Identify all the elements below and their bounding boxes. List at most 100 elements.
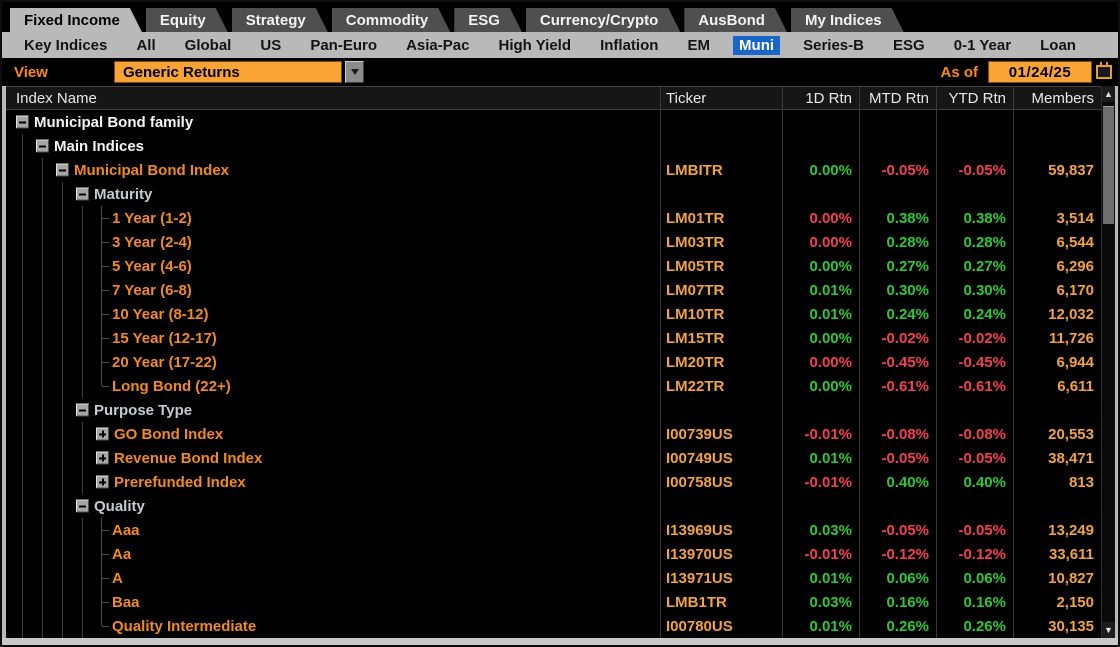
mtd-rtn-cell[interactable]: 0.27% <box>859 254 936 278</box>
ytd-rtn-cell[interactable] <box>936 110 1013 134</box>
nav-item-key-indices[interactable]: Key Indices <box>18 36 113 55</box>
ticker-cell[interactable]: LM07TR <box>660 278 782 302</box>
1d-rtn-cell[interactable]: 0.03% <box>782 590 859 614</box>
1d-rtn-cell[interactable]: 0.01% <box>782 446 859 470</box>
index-name-cell[interactable]: 5 Year (4-6) <box>6 254 660 278</box>
table-row[interactable]: 5 Year (4-6) LM05TR 0.00% 0.27% 0.27% 6,296 <box>6 254 1101 278</box>
members-cell[interactable] <box>1013 110 1101 134</box>
index-name-cell[interactable]: A <box>6 566 660 590</box>
members-cell[interactable] <box>1013 494 1101 518</box>
index-name-cell[interactable]: 3 Year (2-4) <box>6 230 660 254</box>
tab-my-indices[interactable]: My Indices <box>791 8 904 32</box>
column-header-mtd-rtn[interactable]: MTD Rtn <box>859 87 936 109</box>
table-row[interactable]: Long Bond (22+) LM22TR 0.00% -0.61% -0.61% 6,… <box>6 374 1101 398</box>
ytd-rtn-cell[interactable]: -0.05% <box>936 158 1013 182</box>
members-cell[interactable]: 6,944 <box>1013 350 1101 374</box>
tree-expander-minus-icon[interactable] <box>16 115 29 129</box>
tab-ausbond[interactable]: AusBond <box>684 8 787 32</box>
members-cell[interactable]: 3,514 <box>1013 206 1101 230</box>
1d-rtn-cell[interactable]: 0.00% <box>782 374 859 398</box>
mtd-rtn-cell[interactable]: -0.05% <box>859 446 936 470</box>
scroll-up-icon[interactable]: ▲ <box>1102 86 1115 102</box>
mtd-rtn-cell[interactable] <box>859 494 936 518</box>
table-row[interactable]: Municipal Bond Index LMBITR 0.00% -0.05% -0.… <box>6 158 1101 182</box>
mtd-rtn-cell[interactable]: 0.30% <box>859 278 936 302</box>
mtd-rtn-cell[interactable]: 0.16% <box>859 590 936 614</box>
mtd-rtn-cell[interactable]: 0.38% <box>859 206 936 230</box>
members-cell[interactable]: 6,611 <box>1013 374 1101 398</box>
index-name-cell[interactable]: Aa <box>6 542 660 566</box>
1d-rtn-cell[interactable]: 0.00% <box>782 230 859 254</box>
table-row[interactable]: Aaa I13969US 0.03% -0.05% -0.05% 13,249 <box>6 518 1101 542</box>
ytd-rtn-cell[interactable]: -0.02% <box>936 326 1013 350</box>
index-name-cell[interactable]: Long Bond (22+) <box>6 374 660 398</box>
table-row[interactable]: Aa I13970US -0.01% -0.12% -0.12% 33,611 <box>6 542 1101 566</box>
ytd-rtn-cell[interactable] <box>936 182 1013 206</box>
table-row[interactable]: 20 Year (17-22) LM20TR 0.00% -0.45% -0.45% 6,… <box>6 350 1101 374</box>
index-name-cell[interactable]: Municipal Bond Index <box>6 158 660 182</box>
index-name-cell[interactable]: Maturity <box>6 182 660 206</box>
tab-strategy[interactable]: Strategy <box>232 8 328 32</box>
ticker-cell[interactable]: LM20TR <box>660 350 782 374</box>
mtd-rtn-cell[interactable] <box>859 134 936 158</box>
1d-rtn-cell[interactable]: 0.03% <box>782 518 859 542</box>
mtd-rtn-cell[interactable]: -0.12% <box>859 542 936 566</box>
index-name-cell[interactable]: Main Indices <box>6 134 660 158</box>
ytd-rtn-cell[interactable]: -0.08% <box>936 422 1013 446</box>
mtd-rtn-cell[interactable]: -0.45% <box>859 350 936 374</box>
ytd-rtn-cell[interactable] <box>936 494 1013 518</box>
column-header-members[interactable]: Members <box>1013 87 1101 109</box>
index-name-cell[interactable]: 15 Year (12-17) <box>6 326 660 350</box>
members-cell[interactable]: 12,032 <box>1013 302 1101 326</box>
column-header-index-name[interactable]: Index Name <box>6 87 660 109</box>
column-header-ytd-rtn[interactable]: YTD Rtn <box>936 87 1013 109</box>
ytd-rtn-cell[interactable]: -0.05% <box>936 518 1013 542</box>
nav-item-0-1-year[interactable]: 0-1 Year <box>948 36 1017 55</box>
ticker-cell[interactable] <box>660 494 782 518</box>
column-header-ticker[interactable]: Ticker <box>660 87 782 109</box>
table-row[interactable]: 3 Year (2-4) LM03TR 0.00% 0.28% 0.28% 6,544 <box>6 230 1101 254</box>
ytd-rtn-cell[interactable]: -0.45% <box>936 350 1013 374</box>
ytd-rtn-cell[interactable]: 0.28% <box>936 230 1013 254</box>
nav-item-pan-euro[interactable]: Pan-Euro <box>304 36 383 55</box>
ytd-rtn-cell[interactable] <box>936 398 1013 422</box>
1d-rtn-cell[interactable]: 0.00% <box>782 158 859 182</box>
ticker-cell[interactable]: LM22TR <box>660 374 782 398</box>
ticker-cell[interactable]: LM03TR <box>660 230 782 254</box>
1d-rtn-cell[interactable]: -0.01% <box>782 542 859 566</box>
vertical-scrollbar[interactable]: ▲ ▼ <box>1101 86 1115 638</box>
mtd-rtn-cell[interactable]: -0.02% <box>859 326 936 350</box>
tab-currency-crypto[interactable]: Currency/Crypto <box>526 8 680 32</box>
tree-expander-minus-icon[interactable] <box>56 163 69 177</box>
members-cell[interactable] <box>1013 134 1101 158</box>
index-name-cell[interactable]: Purpose Type <box>6 398 660 422</box>
table-row[interactable]: Purpose Type <box>6 398 1101 422</box>
view-dropdown-arrow-button[interactable] <box>345 61 364 83</box>
tab-equity[interactable]: Equity <box>146 8 228 32</box>
ticker-cell[interactable]: LMBITR <box>660 158 782 182</box>
index-name-cell[interactable]: 10 Year (8-12) <box>6 302 660 326</box>
table-row[interactable]: Prerefunded Index I00758US -0.01% 0.40% 0.40… <box>6 470 1101 494</box>
nav-item-all[interactable]: All <box>130 36 161 55</box>
calendar-icon[interactable] <box>1096 62 1112 79</box>
members-cell[interactable]: 38,471 <box>1013 446 1101 470</box>
ticker-cell[interactable]: I00780US <box>660 614 782 638</box>
1d-rtn-cell[interactable]: 0.01% <box>782 566 859 590</box>
ytd-rtn-cell[interactable]: 0.27% <box>936 254 1013 278</box>
ticker-cell[interactable]: LM01TR <box>660 206 782 230</box>
members-cell[interactable] <box>1013 182 1101 206</box>
table-row[interactable]: Quality <box>6 494 1101 518</box>
ticker-cell[interactable]: LMB1TR <box>660 590 782 614</box>
ytd-rtn-cell[interactable]: 0.26% <box>936 614 1013 638</box>
ticker-cell[interactable]: I13970US <box>660 542 782 566</box>
ticker-cell[interactable]: I13971US <box>660 566 782 590</box>
tree-expander-minus-icon[interactable] <box>36 139 49 153</box>
members-cell[interactable]: 6,544 <box>1013 230 1101 254</box>
index-name-cell[interactable]: 20 Year (17-22) <box>6 350 660 374</box>
ytd-rtn-cell[interactable]: 0.38% <box>936 206 1013 230</box>
ytd-rtn-cell[interactable]: -0.12% <box>936 542 1013 566</box>
tree-expander-minus-icon[interactable] <box>76 499 89 513</box>
members-cell[interactable]: 59,837 <box>1013 158 1101 182</box>
mtd-rtn-cell[interactable]: -0.08% <box>859 422 936 446</box>
scroll-down-icon[interactable]: ▼ <box>1102 622 1115 638</box>
